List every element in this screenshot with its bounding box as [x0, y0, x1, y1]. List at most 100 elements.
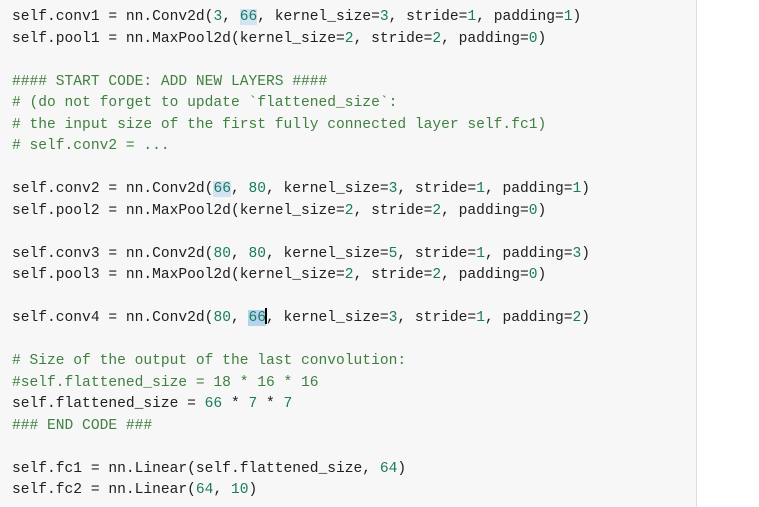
code-token: ) [581, 181, 591, 197]
code-number: 64 [379, 460, 398, 477]
code-comment: # self.conv2 = ... [12, 138, 170, 154]
code-comment: # Size of the output of the last convolu… [12, 353, 407, 369]
code-token: self.conv3 = nn.Conv2d( [12, 245, 214, 262]
code-number: 2 [572, 310, 582, 326]
code-number: 2 [344, 267, 354, 283]
code-line[interactable] [12, 50, 692, 72]
code-number: 2 [432, 30, 442, 47]
code-line[interactable]: self.fc2 = nn.Linear(64, 10) [12, 480, 692, 502]
code-token: self.conv1 = nn.Conv2d( [12, 9, 214, 25]
code-token: , padding= [484, 181, 573, 197]
code-number: 2 [432, 267, 442, 283]
code-token: , stride= [397, 181, 477, 197]
code-token: , padding= [441, 30, 529, 47]
code-token: self.conv4 = nn.Conv2d( [12, 310, 214, 326]
code-token: self.fc1 = nn.Linear(self.flattened_size… [12, 460, 380, 477]
code-token: , stride= [397, 245, 477, 262]
code-number: 2 [432, 202, 442, 219]
code-line[interactable] [12, 330, 692, 352]
code-number: 64 [195, 482, 214, 498]
code-number: 66 [204, 396, 223, 412]
code-line[interactable]: #self.flattened_size = 18 * 16 * 16 [12, 373, 692, 395]
code-token: self.flattened_size = [12, 396, 205, 412]
code-token: , kernel_size= [257, 9, 380, 25]
code-token: , [222, 9, 240, 25]
code-line[interactable]: self.pool2 = nn.MaxPool2d(kernel_size=2,… [12, 201, 692, 223]
code-comment: ### END CODE ### [12, 417, 153, 434]
code-number: 10 [230, 482, 249, 498]
highlighted-token: 66 [239, 9, 258, 25]
code-number: 1 [476, 310, 485, 326]
code-token: , [213, 482, 231, 498]
code-number: 0 [528, 267, 538, 283]
code-token: ) [572, 9, 582, 25]
code-token: , [230, 310, 249, 326]
code-token: , padding= [441, 202, 529, 219]
code-line[interactable]: # self.conv2 = ... [12, 136, 692, 158]
code-token: , stride= [388, 9, 468, 25]
code-token: , kernel_size= [265, 245, 389, 262]
code-comment: # (do not forget to update `flattened_si… [12, 95, 398, 111]
code-lines[interactable]: self.conv1 = nn.Conv2d(3, 66, kernel_siz… [12, 7, 692, 502]
code-line[interactable]: self.pool1 = nn.MaxPool2d(kernel_size=2,… [12, 29, 692, 51]
code-number: 2 [344, 202, 354, 219]
code-line[interactable]: self.pool3 = nn.MaxPool2d(kernel_size=2,… [12, 265, 692, 287]
code-token: * [222, 396, 249, 412]
code-editor[interactable]: self.conv1 = nn.Conv2d(3, 66, kernel_siz… [0, 0, 697, 507]
code-token: ) [248, 482, 258, 498]
code-comment: #self.flattened_size = 18 * 16 * 16 [12, 374, 319, 391]
code-token: , stride= [353, 30, 433, 47]
code-line[interactable] [12, 222, 692, 244]
code-number: 2 [344, 30, 354, 47]
code-token: * [257, 396, 284, 412]
code-line[interactable]: # Size of the output of the last convolu… [12, 351, 692, 373]
code-token: ) [397, 460, 407, 477]
code-number: 0 [528, 30, 538, 47]
code-line[interactable]: self.conv4 = nn.Conv2d(80, 66, kernel_si… [12, 308, 692, 330]
code-number: 1 [572, 181, 582, 197]
highlighted-token: 66 [248, 310, 266, 326]
code-number: 1 [467, 9, 477, 25]
code-line[interactable] [12, 287, 692, 309]
code-token: self.conv2 = nn.Conv2d( [12, 181, 214, 197]
code-number: 1 [563, 9, 573, 25]
code-token: , [230, 245, 249, 262]
code-line[interactable]: self.flattened_size = 66 * 7 * 7 [12, 394, 692, 416]
code-number: 1 [476, 181, 485, 197]
code-token: , padding= [484, 245, 573, 262]
code-line[interactable] [12, 437, 692, 459]
code-line[interactable]: self.conv1 = nn.Conv2d(3, 66, kernel_siz… [12, 7, 692, 29]
code-line[interactable]: self.conv2 = nn.Conv2d(66, 80, kernel_si… [12, 179, 692, 201]
code-line[interactable]: # (do not forget to update `flattened_si… [12, 93, 692, 115]
code-line[interactable] [12, 158, 692, 180]
code-token: , stride= [353, 267, 433, 283]
code-line[interactable]: ### END CODE ### [12, 416, 692, 438]
code-number: 80 [213, 245, 231, 262]
code-token: , padding= [476, 9, 564, 25]
code-number: 0 [528, 202, 538, 219]
code-token: self.pool2 = nn.MaxPool2d(kernel_size= [12, 202, 345, 219]
code-token: , padding= [441, 267, 529, 283]
code-line[interactable]: self.conv3 = nn.Conv2d(80, 80, kernel_si… [12, 244, 692, 266]
right-margin-panel [697, 0, 759, 507]
code-token: , kernel_size= [265, 310, 389, 326]
code-number: 3 [213, 9, 223, 25]
code-token: ) [537, 202, 547, 219]
code-number: 1 [476, 245, 485, 262]
code-token: ) [537, 267, 547, 283]
code-token: self.pool1 = nn.MaxPool2d(kernel_size= [12, 30, 345, 47]
code-token: ) [581, 310, 591, 326]
code-number: 7 [283, 396, 293, 412]
code-token: , [230, 181, 249, 197]
code-number: 3 [572, 245, 582, 262]
code-comment: # the input size of the first fully conn… [12, 116, 547, 133]
code-token: , stride= [353, 202, 433, 219]
code-line[interactable]: self.fc1 = nn.Linear(self.flattened_size… [12, 459, 692, 481]
code-token: ) [537, 30, 547, 47]
code-number: 80 [213, 310, 231, 326]
code-line[interactable]: # the input size of the first fully conn… [12, 115, 692, 137]
code-token: ) [581, 245, 591, 262]
code-token: , padding= [484, 310, 573, 326]
code-line[interactable]: #### START CODE: ADD NEW LAYERS #### [12, 72, 692, 94]
code-token: , stride= [397, 310, 477, 326]
